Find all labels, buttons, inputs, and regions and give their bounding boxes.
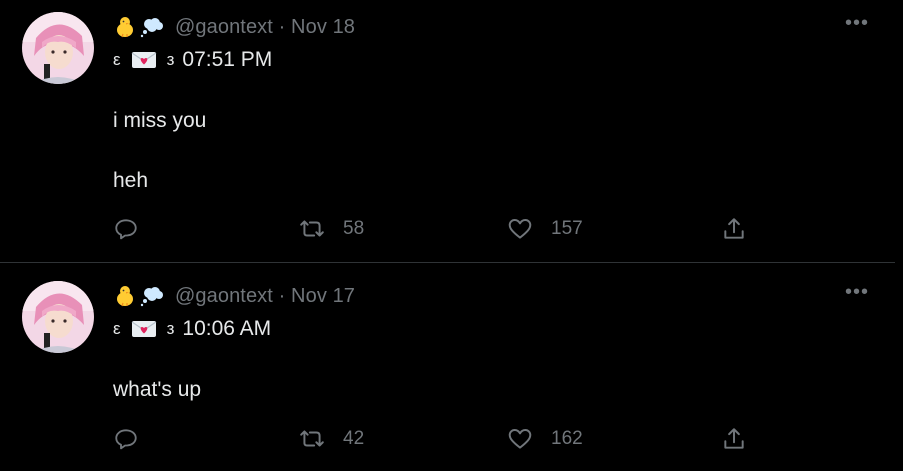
display-name-line: ε з 07:51 PM <box>113 47 272 73</box>
bracket-right: з <box>166 50 175 69</box>
tweet-date[interactable]: Nov 17 <box>291 285 355 307</box>
thought-balloon-icon <box>139 284 163 308</box>
like-count: 157 <box>551 218 583 239</box>
author-handle[interactable]: @gaontext <box>175 16 273 38</box>
tweet-meta[interactable]: @gaontext · Nov 17 <box>175 285 355 308</box>
tweet[interactable]: @gaontext · Nov 18 ••• ε з 07:51 PM i mi… <box>0 0 895 263</box>
avatar-image <box>22 12 94 84</box>
bracket-right: з <box>166 319 175 338</box>
heart-icon <box>508 219 532 239</box>
tweet-meta[interactable]: @gaontext · Nov 18 <box>175 16 355 39</box>
tweet-text-line: what's up <box>113 378 202 401</box>
more-options-button[interactable]: ••• <box>845 282 869 302</box>
meta-separator: · <box>278 15 286 38</box>
retweet-icon <box>300 220 324 237</box>
share-button[interactable] <box>721 215 747 243</box>
thought-balloon-icon <box>139 15 163 39</box>
retweet-button[interactable]: 42 <box>299 425 364 453</box>
tweet-actions: 42 162 <box>113 425 753 453</box>
share-icon <box>724 428 744 449</box>
tweet-actions: 58 157 <box>113 215 753 243</box>
share-button[interactable] <box>721 425 747 453</box>
tweet-header: @gaontext · Nov 17 <box>113 282 355 310</box>
display-name-time: 07:51 PM <box>182 48 273 71</box>
author-handle[interactable]: @gaontext <box>175 285 273 307</box>
avatar[interactable] <box>22 12 94 84</box>
avatar-image <box>22 281 94 353</box>
like-button[interactable]: 162 <box>507 425 583 453</box>
reply-icon <box>115 219 137 240</box>
tweet-date[interactable]: Nov 18 <box>291 16 355 38</box>
more-options-button[interactable]: ••• <box>845 13 869 33</box>
tweet[interactable]: @gaontext · Nov 17 ••• ε з 10:06 AM what… <box>0 263 895 471</box>
share-icon <box>724 218 744 239</box>
retweet-button[interactable]: 58 <box>299 215 364 243</box>
tweet-text-line: i miss you <box>113 109 207 132</box>
reply-icon <box>115 429 137 450</box>
meta-separator: · <box>278 284 286 307</box>
retweet-count: 58 <box>343 218 365 239</box>
display-name-line: ε з 10:06 AM <box>113 316 271 342</box>
timeline-feed: @gaontext · Nov 18 ••• ε з 07:51 PM i mi… <box>0 0 895 471</box>
avatar[interactable] <box>22 281 94 353</box>
tweet-text-line: heh <box>113 169 149 192</box>
baby-chick-icon <box>113 15 137 39</box>
reply-button[interactable] <box>113 425 139 453</box>
baby-chick-icon <box>113 284 137 308</box>
reply-button[interactable] <box>113 215 139 243</box>
retweet-icon <box>300 430 324 447</box>
bracket-left: ε <box>113 319 121 338</box>
love-letter-icon <box>131 319 157 339</box>
like-count: 162 <box>551 428 583 449</box>
heart-icon <box>508 429 532 449</box>
tweet-header: @gaontext · Nov 18 <box>113 13 355 41</box>
retweet-count: 42 <box>343 428 365 449</box>
like-button[interactable]: 157 <box>507 215 583 243</box>
bracket-left: ε <box>113 50 121 69</box>
love-letter-icon <box>131 50 157 70</box>
display-name-time: 10:06 AM <box>182 317 272 340</box>
